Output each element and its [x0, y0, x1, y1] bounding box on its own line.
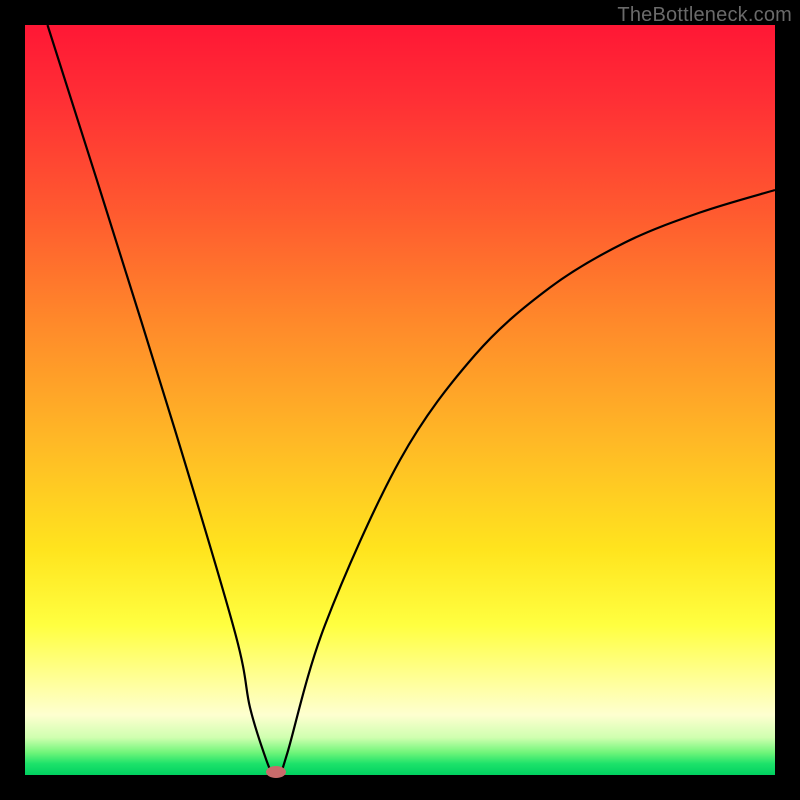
bottleneck-curve: [25, 25, 775, 775]
watermark-text: TheBottleneck.com: [617, 4, 792, 27]
plot-area: [25, 25, 775, 775]
chart-container: TheBottleneck.com: [0, 0, 800, 800]
optimal-point-marker: [266, 766, 286, 778]
